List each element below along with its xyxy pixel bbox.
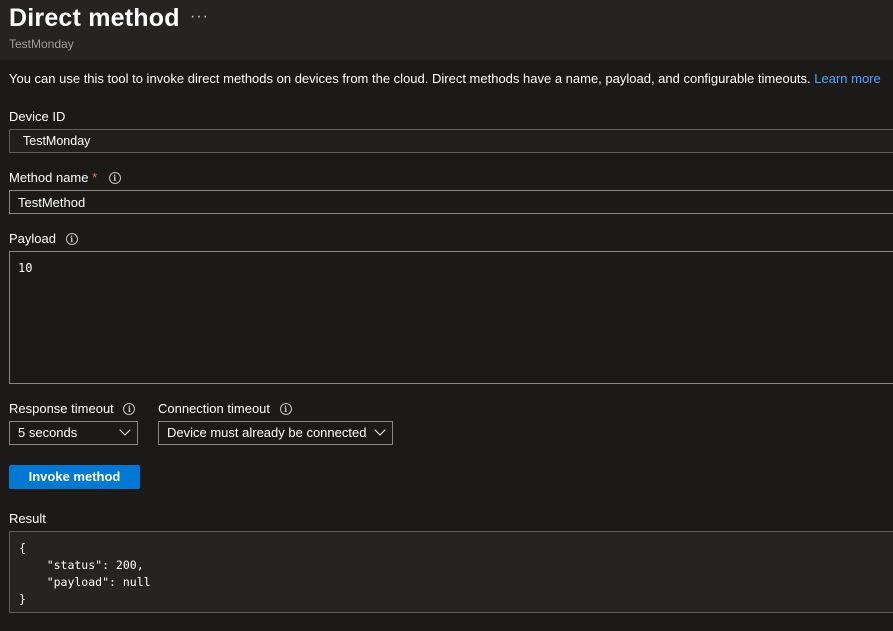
learn-more-link[interactable]: Learn more xyxy=(814,71,880,86)
required-marker: * xyxy=(92,170,98,185)
method-name-input[interactable]: TestMethod xyxy=(9,190,893,214)
result-line: { xyxy=(19,541,26,555)
connection-timeout-value: Device must already be connected xyxy=(167,425,367,440)
description: You can use this tool to invoke direct m… xyxy=(9,71,881,86)
result-output: { "status": 200, "payload": null} xyxy=(9,531,893,613)
result-line: } xyxy=(19,592,26,606)
page-subtitle: TestMonday xyxy=(9,37,74,51)
info-icon[interactable]: i xyxy=(123,403,136,415)
method-name-label: Method name xyxy=(9,170,89,185)
connection-timeout-dropdown[interactable]: Device must already be connected xyxy=(158,421,393,445)
response-timeout-label-row: Response timeout i xyxy=(9,401,136,416)
result-line: "status": 200, xyxy=(19,558,144,572)
connection-timeout-label-row: Connection timeout i xyxy=(158,401,292,416)
device-id-field: TestMonday xyxy=(9,129,893,153)
device-id-label: Device ID xyxy=(9,109,66,124)
more-icon[interactable]: ··· xyxy=(190,8,209,26)
result-line: "payload": null xyxy=(19,575,151,589)
response-timeout-label: Response timeout xyxy=(9,401,114,416)
info-icon[interactable]: i xyxy=(108,172,121,184)
invoke-method-button[interactable]: Invoke method xyxy=(9,465,140,489)
info-icon[interactable]: i xyxy=(279,403,292,415)
page-header: Direct method ··· TestMonday xyxy=(0,0,893,60)
response-timeout-dropdown[interactable]: 5 seconds xyxy=(9,421,138,445)
payload-label: Payload xyxy=(9,231,56,246)
page-title: Direct method xyxy=(9,4,180,32)
chevron-down-icon xyxy=(119,424,131,436)
payload-textarea[interactable]: 10 xyxy=(9,251,893,384)
info-icon[interactable]: i xyxy=(65,233,78,245)
description-text: You can use this tool to invoke direct m… xyxy=(9,71,815,86)
method-name-label-row: Method name * i xyxy=(9,170,121,185)
response-timeout-value: 5 seconds xyxy=(18,425,78,440)
payload-label-row: Payload i xyxy=(9,231,78,246)
chevron-down-icon xyxy=(374,424,386,436)
result-label: Result xyxy=(9,511,46,526)
connection-timeout-label: Connection timeout xyxy=(158,401,271,416)
